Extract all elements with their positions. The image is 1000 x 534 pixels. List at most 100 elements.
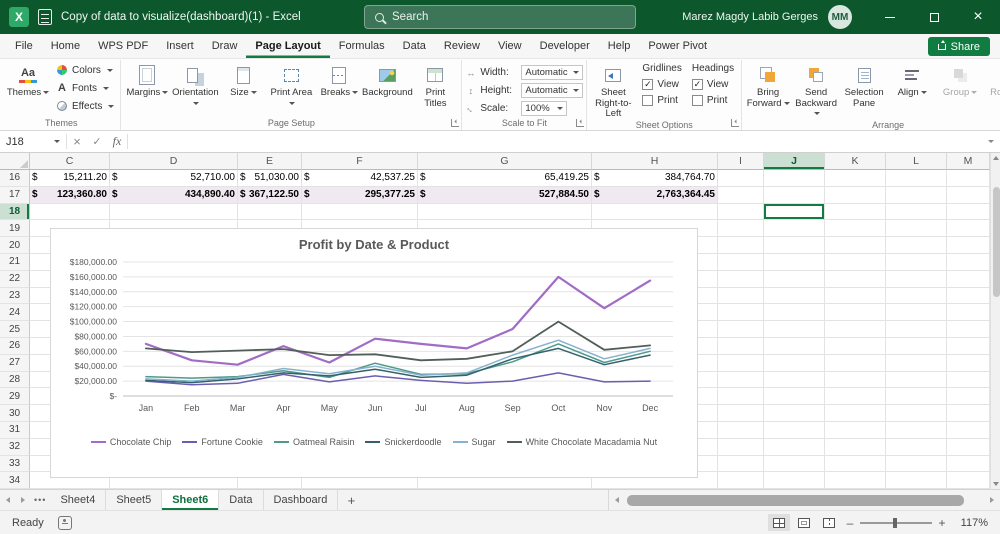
column-header-D[interactable]: D (110, 153, 238, 170)
cell-K18[interactable] (825, 204, 886, 221)
cell-M18[interactable] (947, 204, 990, 221)
bring-forward-button[interactable]: Bring Forward (745, 61, 791, 113)
avatar[interactable]: MM (828, 5, 852, 29)
cell-K22[interactable] (825, 271, 886, 288)
zoom-out-button[interactable] (843, 516, 857, 530)
ribbon-tab-page-layout[interactable]: Page Layout (246, 34, 329, 58)
cell-I20[interactable] (718, 237, 764, 254)
cell-I16[interactable] (718, 170, 764, 187)
column-header-L[interactable]: L (886, 153, 947, 170)
column-header-M[interactable]: M (947, 153, 990, 170)
cell-M30[interactable] (947, 405, 990, 422)
cell-L31[interactable] (886, 422, 947, 439)
row-header-22[interactable]: 22 (0, 271, 30, 288)
cell-I29[interactable] (718, 388, 764, 405)
sheet-tab-scroll-right[interactable] (15, 490, 30, 510)
gridlines-view-checkbox[interactable]: View (642, 76, 679, 92)
cell-L21[interactable] (886, 254, 947, 271)
cell-L24[interactable] (886, 304, 947, 321)
chart[interactable]: Profit by Date & Product $-$20,000.00$40… (50, 228, 698, 478)
cell-L32[interactable] (886, 439, 947, 456)
page-layout-view-button[interactable] (793, 514, 815, 531)
cell-I17[interactable] (718, 187, 764, 204)
cell-I21[interactable] (718, 254, 764, 271)
scale-to-fit-dialog-launcher-icon[interactable] (576, 119, 584, 127)
cell-L27[interactable] (886, 355, 947, 372)
select-all-corner[interactable] (0, 153, 30, 170)
cell-M19[interactable] (947, 220, 990, 237)
column-header-G[interactable]: G (418, 153, 592, 170)
cell-F18[interactable] (302, 204, 418, 221)
cell-J24[interactable] (764, 304, 825, 321)
accessibility-icon[interactable] (58, 516, 72, 530)
page-setup-dialog-launcher-icon[interactable] (451, 119, 459, 127)
cell-M31[interactable] (947, 422, 990, 439)
cell-E17[interactable]: $367,122.50 (238, 187, 302, 204)
cell-I32[interactable] (718, 439, 764, 456)
column-header-C[interactable]: C (30, 153, 110, 170)
normal-view-button[interactable] (768, 514, 790, 531)
row-header-21[interactable]: 21 (0, 254, 30, 271)
cell-K19[interactable] (825, 220, 886, 237)
cell-M28[interactable] (947, 372, 990, 389)
sheet-tab-sheet5[interactable]: Sheet5 (106, 490, 162, 510)
scroll-right-button[interactable] (984, 490, 1000, 510)
legend-item-sugar[interactable]: Sugar (453, 437, 496, 447)
cell-J28[interactable] (764, 372, 825, 389)
send-backward-button[interactable]: Send Backward (793, 61, 839, 120)
row-header-34[interactable]: 34 (0, 472, 30, 489)
cell-M29[interactable] (947, 388, 990, 405)
cell-J30[interactable] (764, 405, 825, 422)
sheet-tab-overflow-button[interactable]: ••• (30, 490, 50, 510)
cell-C16[interactable]: $15,211.20 (30, 170, 110, 187)
ribbon-tab-data[interactable]: Data (394, 34, 435, 58)
themes-button[interactable]: Themes (5, 61, 51, 113)
cell-H17[interactable]: $2,763,364.45 (592, 187, 718, 204)
row-header-31[interactable]: 31 (0, 422, 30, 439)
sheet-tab-data[interactable]: Data (219, 490, 263, 510)
cell-J21[interactable] (764, 254, 825, 271)
cell-J34[interactable] (764, 472, 825, 489)
sheet-tab-sheet4[interactable]: Sheet4 (50, 490, 106, 510)
rotate-button[interactable]: Rotate (985, 61, 1000, 113)
sheet-right-to-left-button[interactable]: Sheet Right-to-Left (590, 61, 636, 120)
row-header-30[interactable]: 30 (0, 405, 30, 422)
zoom-slider[interactable] (860, 522, 932, 524)
scroll-up-icon[interactable] (993, 156, 999, 160)
ribbon-tab-developer[interactable]: Developer (531, 34, 599, 58)
row-header-19[interactable]: 19 (0, 220, 30, 237)
cell-I23[interactable] (718, 288, 764, 305)
cell-J22[interactable] (764, 271, 825, 288)
cell-J29[interactable] (764, 388, 825, 405)
cell-L22[interactable] (886, 271, 947, 288)
new-sheet-button[interactable]: + (338, 490, 364, 510)
scroll-down-icon[interactable] (993, 482, 999, 486)
cell-L19[interactable] (886, 220, 947, 237)
share-button[interactable]: Share (928, 37, 990, 56)
cell-I22[interactable] (718, 271, 764, 288)
cell-L25[interactable] (886, 321, 947, 338)
cell-J23[interactable] (764, 288, 825, 305)
cell-M27[interactable] (947, 355, 990, 372)
legend-item-chocolate-chip[interactable]: Chocolate Chip (91, 437, 172, 447)
cell-J25[interactable] (764, 321, 825, 338)
column-header-K[interactable]: K (825, 153, 886, 170)
cell-I25[interactable] (718, 321, 764, 338)
minimize-button[interactable] (868, 0, 912, 34)
cell-K20[interactable] (825, 237, 886, 254)
effects-button[interactable]: Effects (53, 97, 117, 115)
cell-J33[interactable] (764, 456, 825, 473)
row-header-25[interactable]: 25 (0, 321, 30, 338)
cell-I19[interactable] (718, 220, 764, 237)
column-header-I[interactable]: I (718, 153, 764, 170)
user-name[interactable]: Marez Magdy Labib Gerges (682, 11, 818, 23)
column-header-E[interactable]: E (238, 153, 302, 170)
cell-M33[interactable] (947, 456, 990, 473)
row-header-29[interactable]: 29 (0, 388, 30, 405)
cell-M25[interactable] (947, 321, 990, 338)
selection-pane-button[interactable]: Selection Pane (841, 61, 887, 113)
cell-J19[interactable] (764, 220, 825, 237)
cell-M34[interactable] (947, 472, 990, 489)
row-header-23[interactable]: 23 (0, 288, 30, 305)
series-sugar[interactable] (146, 340, 650, 381)
